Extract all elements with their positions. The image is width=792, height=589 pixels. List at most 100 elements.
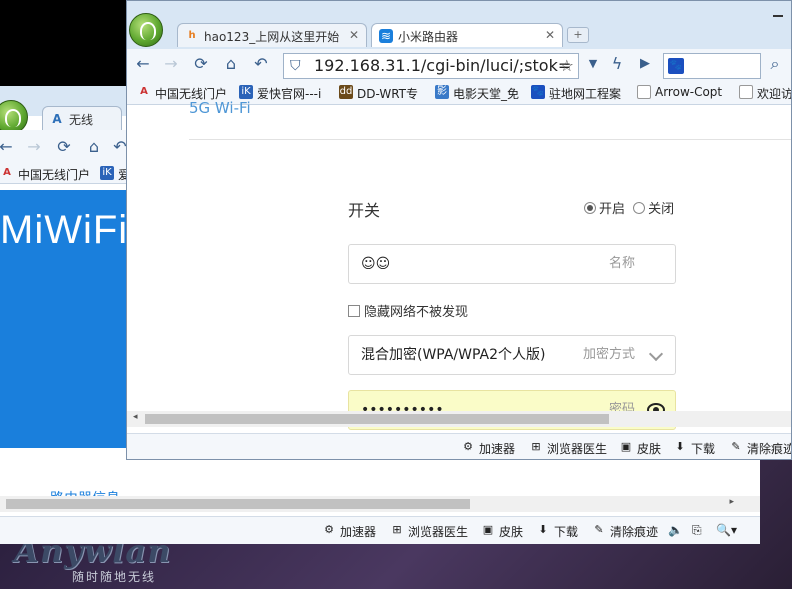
broom-icon: ✎ xyxy=(594,523,604,536)
address-bar[interactable]: ⛉ 192.168.31.1/cgi-bin/luci/;stok= ☆ xyxy=(283,53,579,79)
tab-xiaomi-router[interactable]: ≋ 小米路由器 ✕ xyxy=(371,23,563,47)
url-text: 192.168.31.1/cgi-bin/luci/;stok= xyxy=(314,56,572,75)
anywlan-bookmark-icon: A xyxy=(3,167,11,178)
encryption-hint: 加密方式 xyxy=(582,347,635,362)
statusbar-clear[interactable]: ✎ 清除痕迹 xyxy=(729,440,791,457)
section-divider xyxy=(189,139,791,140)
home-icon[interactable]: ⌂ xyxy=(82,136,106,158)
accelerator-icon: ⚙ xyxy=(324,523,334,536)
scrollbar-thumb[interactable] xyxy=(6,499,470,509)
bookmark-item[interactable]: A 中国无线门户 xyxy=(0,166,90,183)
bookmark-item[interactable]: Arrow-Copt xyxy=(637,85,722,99)
search-box[interactable]: 🐾 xyxy=(663,53,761,79)
ssid-hint: 名称 xyxy=(608,256,635,271)
refresh-icon[interactable]: ⟳ xyxy=(52,136,76,158)
movie-bookmark-icon: 影 xyxy=(435,85,449,99)
statusbar-label: 浏览器医生 xyxy=(408,525,469,539)
radio-on-button[interactable] xyxy=(584,202,596,214)
bookmark-label: 爱快官网---i xyxy=(257,87,322,101)
back-horizontal-scrollbar[interactable]: ▸ xyxy=(0,496,760,512)
shield-icon: ⛉ xyxy=(290,58,301,74)
hide-network-checkbox[interactable] xyxy=(348,305,360,317)
statusbar-label: 皮肤 xyxy=(499,525,524,539)
back-arrow-icon[interactable]: ← xyxy=(0,136,18,158)
tab-label: 小米路由器 xyxy=(398,30,459,44)
page-bookmark-icon xyxy=(739,85,753,99)
scroll-left-icon[interactable]: ◂ xyxy=(133,412,138,422)
new-tab-button[interactable]: + xyxy=(567,27,589,43)
statusbar-download[interactable]: ⬇ 下载 xyxy=(673,440,715,457)
miwifi-logo-text: MiWiFi xyxy=(0,208,129,252)
search-icon[interactable]: ⌕ xyxy=(763,53,787,75)
back-tab-wireless[interactable]: A 无线 xyxy=(42,106,122,130)
statusbar-label: 加速器 xyxy=(479,442,516,456)
ssid-value: ☺☺ xyxy=(361,256,391,272)
statusbar-clear[interactable]: ✎ 清除痕迹 xyxy=(592,523,658,540)
back-arrow-icon[interactable]: ← xyxy=(131,53,155,75)
radio-off-button[interactable] xyxy=(633,202,646,214)
forward-arrow-icon[interactable]: → xyxy=(159,53,183,75)
bookmark-item[interactable]: 欢迎访 xyxy=(739,85,791,102)
statusbar-skin[interactable]: ▣ 皮肤 xyxy=(481,523,523,540)
share-icon[interactable]: ⎘ xyxy=(692,523,702,538)
statusbar-download[interactable]: ⬇ 下载 xyxy=(536,523,578,540)
statusbar-label: 清除痕迹 xyxy=(610,525,659,539)
bookmark-label: 中国无线门户 xyxy=(18,168,91,182)
hide-network-option[interactable]: 隐藏网络不被发现 xyxy=(348,301,468,320)
statusbar-doctor[interactable]: ⊞ 浏览器医生 xyxy=(390,523,468,540)
close-tab-icon[interactable]: ✕ xyxy=(545,28,555,42)
bookmark-item[interactable]: iK 爱快官网---i xyxy=(239,85,321,102)
ikuai-bookmark-icon: iK xyxy=(100,166,114,180)
router-settings-page: 5G Wi-Fi 开关 开启 关闭 ☺☺ 名称 隐藏网络不被发现 混合加密(WP… xyxy=(127,99,791,430)
radio-on[interactable]: 开启 xyxy=(584,202,625,217)
bookmark-label: DD-WRT专 xyxy=(357,87,418,101)
bookmark-item[interactable]: 影 电影天堂_免 xyxy=(435,85,519,102)
bookmark-star-icon[interactable]: ☆ xyxy=(560,54,574,78)
ssid-input[interactable]: ☺☺ 名称 xyxy=(348,244,676,284)
refresh-icon[interactable]: ⟳ xyxy=(189,53,213,75)
front-tabstrip: h hao123_上网从这里开始 ✕ ≋ 小米路由器 ✕ + xyxy=(127,1,791,49)
bookmark-item[interactable]: dd DD-WRT专 xyxy=(339,85,418,102)
hide-network-label: 隐藏网络不被发现 xyxy=(364,305,469,320)
statusbar-label: 加速器 xyxy=(340,525,377,539)
anywlan-tagline: 随时随地无线 xyxy=(72,570,157,584)
front-horizontal-scrollbar[interactable]: ◂ xyxy=(127,411,791,427)
encryption-select[interactable]: 混合加密(WPA/WPA2个人版) 加密方式 xyxy=(348,335,676,375)
skin-icon: ▣ xyxy=(482,523,494,536)
front-browser-window[interactable]: h hao123_上网从这里开始 ✕ ≋ 小米路由器 ✕ + ← → ⟳ ⌂ ↶… xyxy=(126,0,792,460)
radio-off[interactable]: 关闭 xyxy=(633,202,674,217)
lightning-icon[interactable]: ϟ xyxy=(605,53,629,75)
bookmark-item[interactable]: 🐾 驻地网工程案 xyxy=(531,85,621,102)
statusbar-label: 下载 xyxy=(554,525,579,539)
play-icon[interactable]: ▶ xyxy=(633,53,657,75)
statusbar-accelerator[interactable]: ⚙ 加速器 xyxy=(461,440,515,457)
speaker-icon[interactable]: 🔈 xyxy=(668,523,683,537)
page-bookmark-icon xyxy=(637,85,651,99)
statusbar-skin[interactable]: ▣ 皮肤 xyxy=(619,440,661,457)
radio-off-label: 关闭 xyxy=(648,202,675,217)
undo-icon[interactable]: ↶ xyxy=(249,53,273,75)
statusbar-doctor[interactable]: ⊞ 浏览器医生 xyxy=(529,440,607,457)
broom-icon: ✎ xyxy=(731,440,741,453)
doctor-icon: ⊞ xyxy=(531,440,541,453)
forward-arrow-icon[interactable]: → xyxy=(22,136,46,158)
scrollbar-thumb[interactable] xyxy=(145,414,609,424)
ikuai-bookmark-icon: iK xyxy=(239,85,253,99)
chevron-down-icon xyxy=(648,346,664,362)
anywlan-bookmark-icon: A xyxy=(140,86,148,97)
accelerator-icon: ⚙ xyxy=(463,440,473,453)
browser-logo-icon[interactable] xyxy=(0,100,28,134)
minimize-icon[interactable] xyxy=(773,15,783,17)
download-icon: ⬇ xyxy=(538,523,548,536)
statusbar-accelerator[interactable]: ⚙ 加速器 xyxy=(322,523,376,540)
statusbar-label: 皮肤 xyxy=(637,442,662,456)
dropdown-icon[interactable]: ▼ xyxy=(581,53,605,75)
browser-logo-icon[interactable] xyxy=(129,13,163,47)
close-tab-icon[interactable]: ✕ xyxy=(349,28,359,42)
home-icon[interactable]: ⌂ xyxy=(219,53,243,75)
scroll-right-icon[interactable]: ▸ xyxy=(729,497,734,507)
tab-hao123[interactable]: h hao123_上网从这里开始 ✕ xyxy=(177,23,367,47)
zoom-icon[interactable]: 🔍▾ xyxy=(716,523,737,537)
wifi-switch-radio-group: 开启 关闭 xyxy=(584,198,674,217)
back-statusbar: ⚙ 加速器 ⊞ 浏览器医生 ▣ 皮肤 ⬇ 下载 ✎ 清除痕迹 🔈 ⎘ 🔍▾ xyxy=(0,516,760,544)
